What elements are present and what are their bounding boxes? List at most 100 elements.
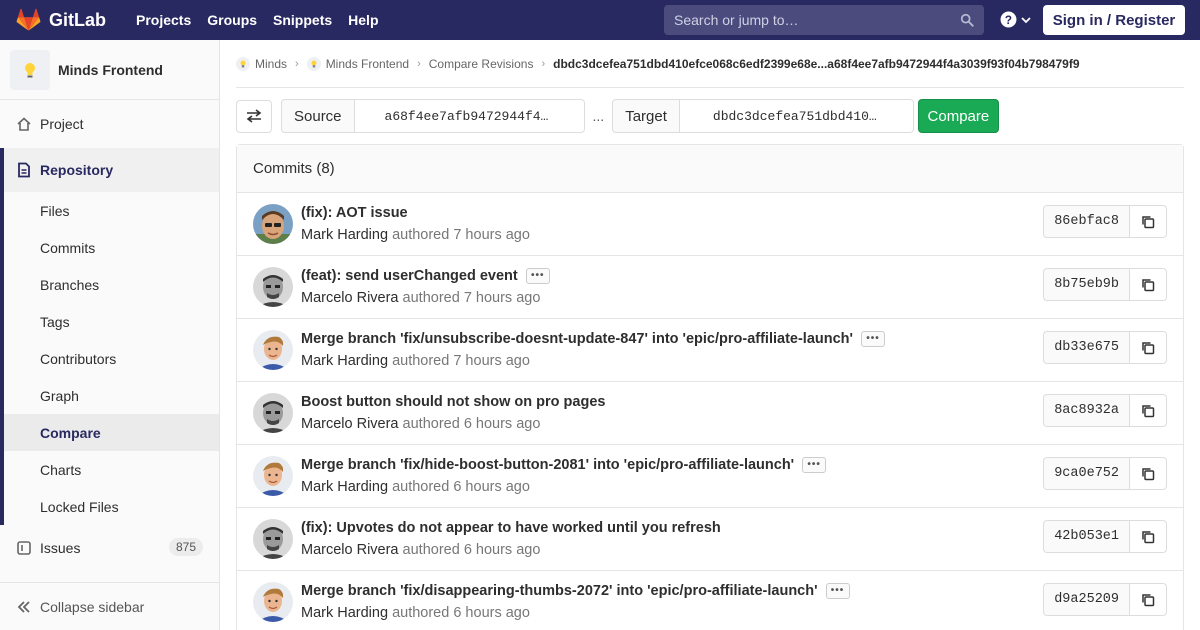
commit-title-link[interactable]: (fix): AOT issue [301, 205, 408, 221]
copy-icon [1142, 404, 1155, 417]
commit-author-link[interactable]: Mark Harding [301, 353, 388, 369]
commit-row: Merge branch 'fix/hide-boost-button-2081… [237, 445, 1183, 508]
commit-meta: Marcelo Rivera authored 6 hours ago [301, 416, 540, 432]
commit-title-link[interactable]: (fix): Upvotes do not appear to have wor… [301, 520, 721, 536]
nav-projects[interactable]: Projects [128, 12, 199, 28]
commits-header: Commits (8) [237, 145, 1183, 193]
project-avatar [10, 49, 50, 90]
top-navbar: GitLab Projects Groups Snippets Help Sea… [0, 0, 1200, 40]
commit-author-link[interactable]: Mark Harding [301, 227, 388, 243]
sidebar-subitem-branches[interactable]: Branches [4, 266, 219, 303]
gitlab-home-link[interactable]: GitLab [0, 0, 106, 40]
commit-row: (fix): AOT issue Mark Harding authored 7 … [237, 193, 1183, 256]
commit-meta: Mark Harding authored 6 hours ago [301, 605, 530, 621]
sidebar-item-issues[interactable]: Issues 875 [0, 529, 219, 566]
commit-meta: Marcelo Rivera authored 7 hours ago [301, 290, 540, 306]
commit-title-row: Merge branch 'fix/disappearing-thumbs-20… [301, 583, 850, 599]
main-content: Minds › Minds Frontend › Compare Revisio… [236, 40, 1184, 630]
compare-button[interactable]: Compare [917, 99, 999, 133]
sidebar-item-repository[interactable]: Repository [4, 148, 219, 192]
author-avatar[interactable] [253, 330, 293, 370]
commit-time: 6 hours ago [453, 479, 530, 495]
expand-message-button[interactable]: ••• [525, 268, 550, 284]
chevron-right-icon: › [295, 57, 299, 70]
copy-icon [1142, 593, 1155, 606]
copy-icon [1142, 530, 1155, 543]
commit-author-link[interactable]: Marcelo Rivera [301, 290, 399, 306]
sign-in-button[interactable]: Sign in / Register [1043, 5, 1185, 35]
commit-time: 6 hours ago [463, 542, 541, 558]
sidebar-item-project[interactable]: Project [0, 104, 219, 144]
sidebar-subitem-commits[interactable]: Commits [4, 229, 219, 266]
author-avatar[interactable] [253, 519, 293, 559]
copy-sha-button[interactable] [1130, 520, 1167, 553]
breadcrumb-minds-frontend[interactable]: Minds Frontend [306, 56, 409, 71]
copy-sha-button[interactable] [1130, 583, 1167, 616]
sidebar-subitem-files[interactable]: Files [4, 192, 219, 229]
commit-list: (fix): AOT issue Mark Harding authored 7 … [237, 193, 1183, 630]
project-name: Minds Frontend [58, 61, 163, 78]
commit-author-link[interactable]: Marcelo Rivera [301, 416, 399, 432]
nav-groups[interactable]: Groups [199, 12, 265, 28]
collapse-sidebar-button[interactable]: Collapse sidebar [0, 582, 219, 630]
source-ref-group: Source a68f4ee7afb9472944f4… [281, 99, 585, 133]
issues-count-badge: 875 [168, 538, 203, 556]
nav-help[interactable]: Help [340, 12, 386, 28]
commit-sha-link[interactable]: 42b053e1 [1043, 520, 1130, 553]
commit-title-link[interactable]: Merge branch 'fix/unsubscribe-doesnt-upd… [301, 331, 853, 347]
expand-message-button[interactable]: ••• [802, 457, 827, 473]
commit-sha-link[interactable]: 86ebfac8 [1043, 205, 1130, 238]
expand-message-button[interactable]: ••• [825, 583, 850, 599]
sidebar-subitem-tags[interactable]: Tags [4, 303, 219, 340]
sidebar-subitem-locked-files[interactable]: Locked Files [4, 488, 219, 525]
copy-sha-button[interactable] [1130, 457, 1167, 490]
nav-snippets[interactable]: Snippets [265, 12, 340, 28]
target-ref-dropdown[interactable]: dbdc3dcefea751dbd410… [679, 99, 914, 133]
commit-sha-link[interactable]: 8b75eb9b [1043, 268, 1130, 301]
author-avatar[interactable] [253, 393, 293, 433]
commit-time: 7 hours ago [453, 227, 530, 243]
commit-row: (fix): Upvotes do not appear to have wor… [237, 508, 1183, 571]
commit-row: (feat): send userChanged event ••• Marcelo… [237, 256, 1183, 319]
copy-sha-button[interactable] [1130, 268, 1167, 301]
commit-sha-link[interactable]: d9a25209 [1043, 583, 1130, 616]
source-ref-dropdown[interactable]: a68f4ee7afb9472944f4… [354, 99, 585, 133]
breadcrumb-minds[interactable]: Minds [236, 56, 287, 71]
commit-title-link[interactable]: (feat): send userChanged event [301, 268, 518, 284]
expand-message-button[interactable]: ••• [860, 331, 885, 347]
swap-revisions-button[interactable] [236, 99, 272, 133]
commit-title-link[interactable]: Merge branch 'fix/disappearing-thumbs-20… [301, 583, 818, 599]
home-icon [16, 116, 32, 132]
copy-icon [1142, 341, 1155, 354]
author-avatar[interactable] [253, 456, 293, 496]
author-avatar[interactable] [253, 582, 293, 622]
commit-title-link[interactable]: Merge branch 'fix/hide-boost-button-2081… [301, 457, 794, 473]
copy-sha-button[interactable] [1130, 205, 1167, 238]
sidebar-project-header[interactable]: Minds Frontend [0, 40, 219, 100]
author-avatar[interactable] [253, 204, 293, 244]
authored-label: authored [402, 416, 460, 432]
sidebar-subitem-compare[interactable]: Compare [4, 414, 219, 451]
breadcrumb-current[interactable]: dbdc3dcefea751dbd410efce068c6edf2399e68e… [553, 57, 1079, 71]
commit-meta: Marcelo Rivera authored 6 hours ago [301, 542, 540, 558]
commit-sha-link[interactable]: 9ca0e752 [1043, 457, 1130, 490]
lightbulb-icon [25, 62, 35, 77]
sidebar-subitem-contributors[interactable]: Contributors [4, 340, 219, 377]
commit-sha-link[interactable]: 8ac8932a [1043, 394, 1130, 427]
copy-sha-button[interactable] [1130, 394, 1167, 427]
author-avatar[interactable] [253, 267, 293, 307]
commit-author-link[interactable]: Mark Harding [301, 479, 388, 495]
breadcrumb-compare-revisions[interactable]: Compare Revisions [429, 57, 534, 71]
search-input[interactable]: Search or jump to… [664, 5, 984, 35]
commit-sha-link[interactable]: db33e675 [1043, 331, 1130, 364]
sidebar-subitem-charts[interactable]: Charts [4, 451, 219, 488]
commit-title-row: Merge branch 'fix/unsubscribe-doesnt-upd… [301, 331, 885, 347]
commit-title-link[interactable]: Boost button should not show on pro page… [301, 394, 605, 410]
commit-author-link[interactable]: Mark Harding [301, 605, 388, 621]
sidebar-subitem-graph[interactable]: Graph [4, 377, 219, 414]
help-dropdown[interactable]: ? [1000, 11, 1032, 28]
commit-author-link[interactable]: Marcelo Rivera [301, 542, 399, 558]
copy-sha-button[interactable] [1130, 331, 1167, 364]
svg-text:?: ? [1005, 14, 1012, 27]
commit-sha-group: 9ca0e752 [1043, 457, 1167, 490]
